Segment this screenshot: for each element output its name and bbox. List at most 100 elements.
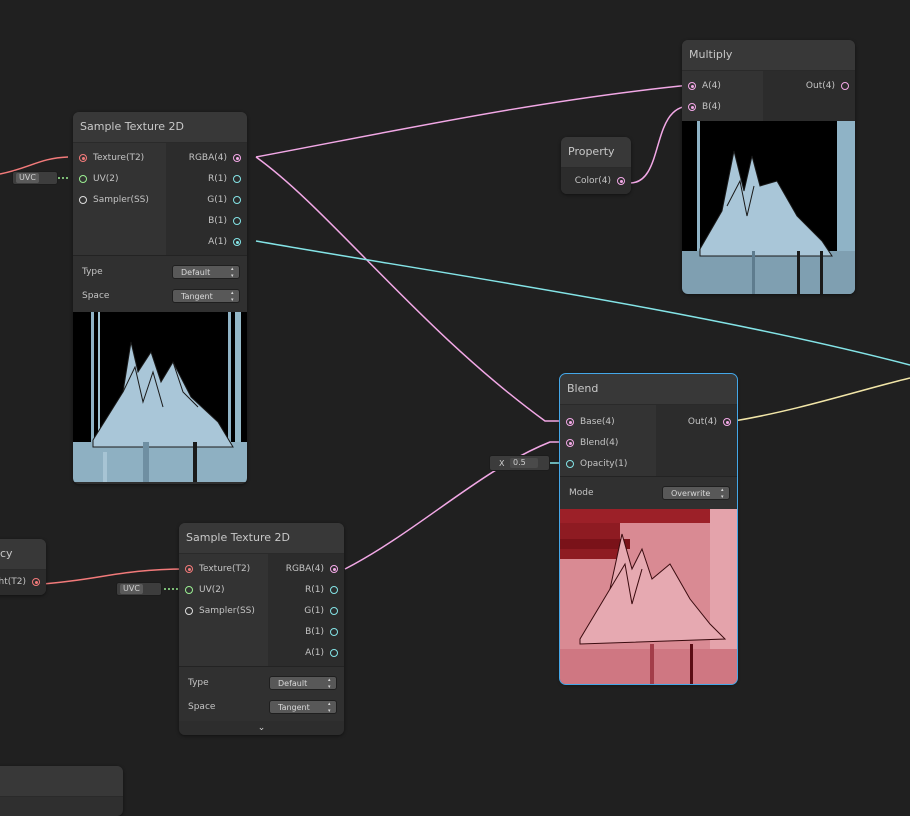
port-dot[interactable] xyxy=(185,607,193,615)
port-label: UV(2) xyxy=(199,585,225,595)
blend-preview xyxy=(560,509,737,684)
partial-bottom-node-header xyxy=(0,766,123,797)
property-node[interactable]: Property Color(4) xyxy=(561,137,631,194)
port-dot[interactable] xyxy=(32,578,40,586)
port-dot[interactable] xyxy=(330,628,338,636)
port-label: R(1) xyxy=(304,585,324,595)
multiply-node[interactable]: Multiply A(4) B(4) Out(4) xyxy=(682,40,855,294)
setting-label: Space xyxy=(188,702,216,712)
port-label: Sampler(SS) xyxy=(93,195,149,205)
port-label: Color(4) xyxy=(574,176,611,186)
port-dot[interactable] xyxy=(330,649,338,657)
type-dropdown[interactable]: Default xyxy=(269,676,337,691)
port-label: UV(2) xyxy=(93,174,119,184)
port-dot[interactable] xyxy=(617,177,625,185)
setting-label: Type xyxy=(188,678,209,688)
port-label: G(1) xyxy=(207,195,227,205)
port-dot[interactable] xyxy=(841,82,849,90)
port-label: Base(4) xyxy=(580,417,615,427)
port-label: B(1) xyxy=(305,627,324,637)
wire-texture-in-2 xyxy=(41,568,187,585)
port-dot[interactable] xyxy=(233,238,241,246)
output-g-port[interactable]: G(1) xyxy=(167,190,247,210)
chevron-down-icon[interactable]: ⌄ xyxy=(179,721,344,735)
port-dot[interactable] xyxy=(185,586,193,594)
port-dot[interactable] xyxy=(566,418,574,426)
port-label: RGBA(4) xyxy=(285,564,324,574)
space-setting: Space Tangent xyxy=(186,695,337,719)
partial-bottom-node[interactable] xyxy=(0,766,123,816)
port-dot[interactable] xyxy=(233,217,241,225)
output-out-port[interactable]: Out(4) xyxy=(657,412,737,432)
port-dot[interactable] xyxy=(79,175,87,183)
wire-rgba-to-blend-base xyxy=(255,156,572,422)
output-b-port[interactable]: B(1) xyxy=(167,211,247,231)
type-setting: Type Default xyxy=(186,671,337,695)
wire-blend-out xyxy=(733,377,910,422)
output-b-port[interactable]: B(1) xyxy=(269,622,344,642)
output-a-port[interactable]: A(1) xyxy=(167,232,247,252)
port-label: A(1) xyxy=(208,237,227,247)
port-label: RGBA(4) xyxy=(188,153,227,163)
port-dot[interactable] xyxy=(79,154,87,162)
uv-channel-value: UVC xyxy=(120,584,143,594)
node-title: Blend xyxy=(560,374,737,405)
space-setting: Space Tangent xyxy=(80,284,240,308)
output-r-port[interactable]: R(1) xyxy=(269,580,344,600)
partial-output-label: ht(T2) xyxy=(0,577,26,587)
port-dot[interactable] xyxy=(330,607,338,615)
port-label: Blend(4) xyxy=(580,438,619,448)
mode-dropdown[interactable]: Overwrite xyxy=(662,486,730,501)
output-r-port[interactable]: R(1) xyxy=(167,169,247,189)
port-label: R(1) xyxy=(207,174,227,184)
node-title: Multiply xyxy=(682,40,855,71)
port-label: A(1) xyxy=(305,648,324,658)
type-dropdown[interactable]: Default xyxy=(172,265,240,280)
port-label: A(4) xyxy=(702,81,721,91)
port-label: B(4) xyxy=(702,102,721,112)
port-dot[interactable] xyxy=(185,565,193,573)
port-label: Texture(T2) xyxy=(199,564,251,574)
output-rgba-port[interactable]: RGBA(4) xyxy=(269,559,344,579)
port-dot[interactable] xyxy=(566,460,574,468)
blue-mountain-preview-image xyxy=(73,312,247,482)
sample-texture-2d-node-2[interactable]: Sample Texture 2D Texture(T2) UV(2) Samp… xyxy=(179,523,344,735)
space-dropdown[interactable]: Tangent xyxy=(269,700,337,715)
opacity-value[interactable]: 0.5 xyxy=(510,458,538,468)
sample-texture-2d-node-1[interactable]: Sample Texture 2D Texture(T2) UV(2) Samp… xyxy=(73,112,247,484)
output-out-port[interactable]: Out(4) xyxy=(775,76,855,96)
output-g-port[interactable]: G(1) xyxy=(269,601,344,621)
port-dot[interactable] xyxy=(723,418,731,426)
port-dot[interactable] xyxy=(688,103,696,111)
blend-node[interactable]: Blend Base(4) Blend(4) Opacity(1) Out(4)… xyxy=(559,373,738,685)
port-dot[interactable] xyxy=(330,565,338,573)
setting-label: Space xyxy=(82,291,110,301)
mode-setting: Mode Overwrite xyxy=(567,481,730,505)
port-label: B(1) xyxy=(208,216,227,226)
port-dot[interactable] xyxy=(233,196,241,204)
port-dot[interactable] xyxy=(688,82,696,90)
node-title: Property xyxy=(561,137,631,168)
multiply-preview xyxy=(682,121,855,294)
port-dot[interactable] xyxy=(233,154,241,162)
opacity-field[interactable]: X 0.5 xyxy=(489,455,550,471)
red-mountain-preview-image xyxy=(560,509,737,684)
partial-node-title: cy xyxy=(0,539,46,570)
output-a-port[interactable]: A(1) xyxy=(269,643,344,663)
output-rgba-port[interactable]: RGBA(4) xyxy=(167,148,247,168)
blue-mountain-preview-image xyxy=(682,121,855,294)
port-dot[interactable] xyxy=(79,196,87,204)
partial-property-node[interactable]: cy ht(T2) xyxy=(0,539,46,595)
port-label: Out(4) xyxy=(805,81,835,91)
node-title: Sample Texture 2D xyxy=(73,112,247,143)
port-label: Texture(T2) xyxy=(93,153,145,163)
port-dot[interactable] xyxy=(233,175,241,183)
uv-channel-field-2[interactable]: UVC xyxy=(116,582,162,596)
port-dot[interactable] xyxy=(566,439,574,447)
output-color-port[interactable]: Color(4) xyxy=(561,171,631,191)
port-dot[interactable] xyxy=(330,586,338,594)
partial-output-port[interactable]: ht(T2) xyxy=(0,572,46,592)
uv-channel-field-1[interactable]: UVC xyxy=(12,171,58,185)
space-dropdown[interactable]: Tangent xyxy=(172,289,240,304)
uv-channel-value: UVC xyxy=(16,173,39,183)
